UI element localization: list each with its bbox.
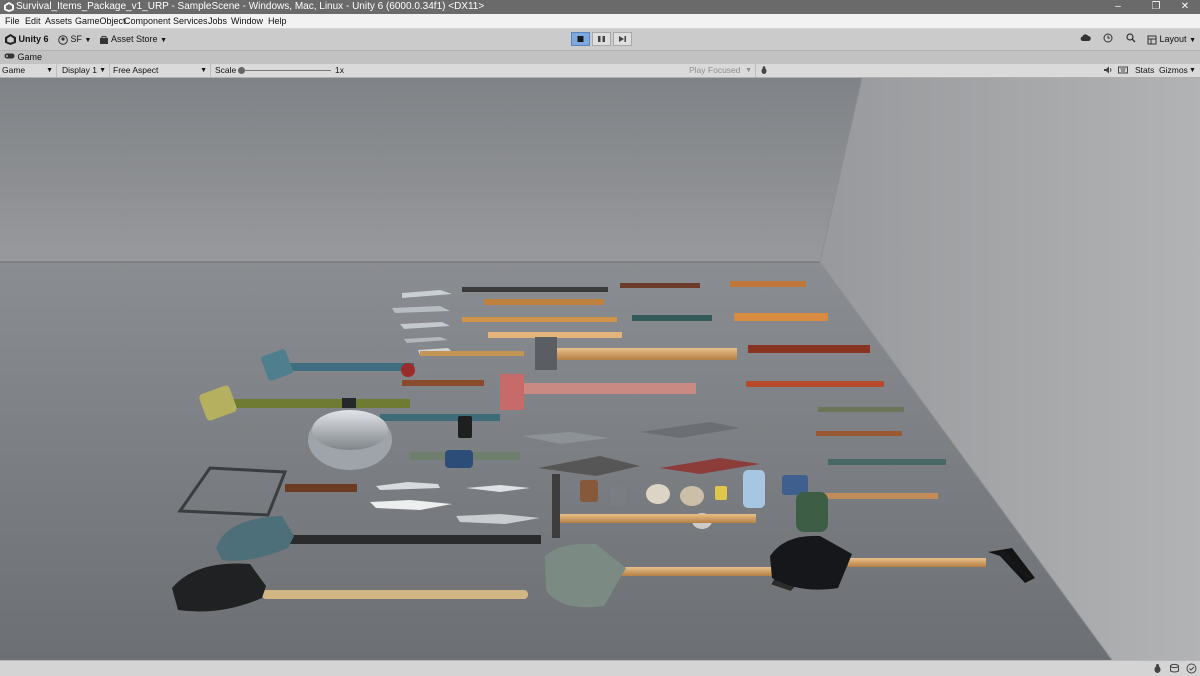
scale-slider-handle[interactable] bbox=[238, 67, 245, 74]
asset-store-label: Asset Store bbox=[111, 34, 158, 44]
unity-version-label: Unity 6 bbox=[18, 34, 49, 44]
pause-glyph-icon bbox=[598, 36, 605, 42]
chevron-down-icon: ▼ bbox=[99, 67, 106, 74]
layout-icon bbox=[1147, 35, 1157, 45]
menu-file[interactable]: File bbox=[5, 14, 20, 28]
scale-slider-track bbox=[238, 70, 331, 71]
unity-logo-icon bbox=[5, 34, 16, 46]
menu-gameobject[interactable]: GameObject bbox=[75, 14, 126, 28]
game-mode-dropdown[interactable]: Game ▼ bbox=[2, 64, 57, 77]
keyboard-icon[interactable] bbox=[1118, 64, 1130, 77]
tab-strip: Game bbox=[0, 51, 1200, 64]
chevron-down-icon: ▼ bbox=[200, 67, 207, 74]
menu-edit[interactable]: Edit bbox=[25, 14, 41, 28]
chevron-down-icon: ▼ bbox=[84, 37, 92, 44]
main-toolbar: Unity 6 SF ▼ Asset Store ▼ Layout ▼ bbox=[0, 29, 1200, 51]
aspect-dropdown[interactable]: Free Aspect ▼ bbox=[113, 64, 211, 77]
gizmos-toggle[interactable]: Gizmos bbox=[1159, 64, 1188, 77]
display-dropdown[interactable]: Display 1 ▼ bbox=[62, 64, 110, 77]
audio-mute-icon[interactable] bbox=[1103, 64, 1115, 77]
window-title: Survival_Items_Package_v1_URP - SampleSc… bbox=[16, 1, 485, 12]
stats-toggle[interactable]: Stats bbox=[1135, 64, 1154, 77]
menu-window[interactable]: Window bbox=[231, 14, 263, 28]
game-view-toolbar: Game ▼ Display 1 ▼ Free Aspect ▼ Scale 1… bbox=[0, 64, 1200, 78]
game-viewport[interactable] bbox=[0, 78, 1200, 660]
history-icon[interactable] bbox=[1103, 33, 1113, 46]
layout-label: Layout bbox=[1159, 34, 1187, 44]
game-mode-label: Game bbox=[2, 65, 26, 75]
tab-game-label: Game bbox=[17, 52, 43, 62]
asset-store-button[interactable]: Asset Store ▼ bbox=[99, 33, 167, 46]
window-title-bar: Survival_Items_Package_v1_URP - SampleSc… bbox=[0, 0, 1200, 14]
menu-help[interactable]: Help bbox=[268, 14, 287, 28]
pause-icon[interactable] bbox=[592, 32, 611, 46]
play-mode-label: Play Focused bbox=[689, 65, 741, 75]
display-label: Display 1 bbox=[62, 65, 97, 75]
unity-account-button[interactable]: Unity 6 bbox=[5, 33, 49, 46]
menu-jobs[interactable]: Jobs bbox=[208, 14, 227, 28]
cloud-icon[interactable] bbox=[1080, 33, 1091, 46]
step-icon[interactable] bbox=[613, 32, 632, 46]
aspect-label: Free Aspect bbox=[113, 65, 159, 75]
status-bar bbox=[0, 660, 1200, 676]
gamepad-icon bbox=[4, 53, 15, 59]
scale-value: 1x bbox=[335, 65, 344, 75]
layout-dropdown[interactable]: Layout ▼ bbox=[1147, 33, 1196, 46]
search-icon[interactable] bbox=[1126, 33, 1136, 46]
scale-label: Scale bbox=[215, 65, 237, 75]
close-icon[interactable]: ✕ bbox=[1165, 0, 1200, 14]
step-glyph-icon bbox=[619, 36, 626, 42]
progress-icon[interactable] bbox=[1186, 663, 1197, 674]
scale-slider[interactable] bbox=[238, 64, 331, 77]
stop-icon[interactable] bbox=[571, 32, 590, 46]
account-dropdown[interactable]: SF ▼ bbox=[58, 33, 91, 46]
scene-render bbox=[0, 78, 1200, 660]
play-mode-dropdown[interactable]: Play Focused ▼ bbox=[689, 64, 756, 77]
chevron-down-icon: ▼ bbox=[46, 67, 53, 74]
menu-component[interactable]: Component bbox=[124, 14, 171, 28]
menu-assets[interactable]: Assets bbox=[45, 14, 72, 28]
back-wall bbox=[0, 78, 862, 262]
menu-services[interactable]: Services bbox=[173, 14, 208, 28]
chevron-down-icon: ▼ bbox=[160, 37, 167, 44]
account-label: SF bbox=[70, 34, 83, 44]
debug-icon[interactable] bbox=[1152, 663, 1163, 674]
chevron-down-icon[interactable]: ▼ bbox=[1189, 64, 1196, 77]
menu-bar: File Edit Assets GameObject Component Se… bbox=[0, 14, 1200, 29]
account-icon bbox=[58, 34, 68, 45]
unity-app-icon bbox=[4, 2, 14, 12]
cache-icon[interactable] bbox=[1169, 663, 1180, 674]
tab-game[interactable]: Game bbox=[4, 51, 42, 64]
bug-icon[interactable] bbox=[759, 64, 771, 77]
minimize-icon[interactable]: – bbox=[1098, 0, 1138, 14]
chevron-down-icon: ▼ bbox=[1189, 37, 1196, 44]
stop-glyph-icon bbox=[577, 36, 584, 42]
asset-store-icon bbox=[100, 35, 108, 44]
chevron-down-icon: ▼ bbox=[745, 67, 752, 74]
